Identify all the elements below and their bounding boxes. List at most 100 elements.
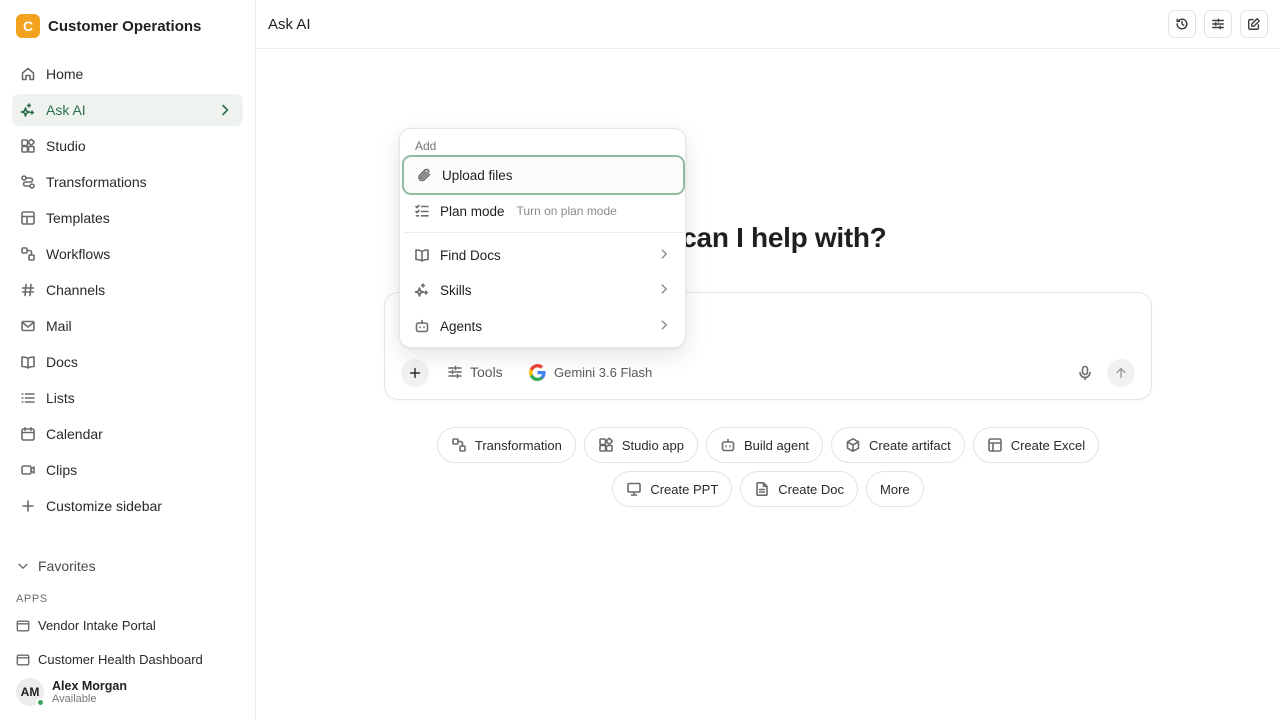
sidebar-item-transformations[interactable]: Transformations bbox=[12, 166, 243, 198]
chevron-down-icon bbox=[16, 559, 30, 573]
chip-label: Create artifact bbox=[869, 437, 951, 453]
model-label: Gemini 3.6 Flash bbox=[554, 365, 653, 380]
edit-icon bbox=[1247, 17, 1261, 31]
avatar-initials: AM bbox=[20, 685, 40, 699]
sidebar-item-customize[interactable]: Customize sidebar bbox=[12, 490, 243, 522]
favorites-label: Favorites bbox=[38, 558, 96, 574]
template-icon bbox=[20, 210, 36, 226]
chevron-right-icon bbox=[657, 318, 671, 332]
bot-icon bbox=[720, 437, 736, 453]
chip-transformation[interactable]: Transformation bbox=[436, 427, 576, 463]
menu-item-agents[interactable]: Agents bbox=[402, 306, 685, 346]
sidebar-item-ask-ai[interactable]: Ask AI bbox=[12, 94, 243, 126]
flow-icon bbox=[20, 174, 36, 190]
document-icon bbox=[754, 481, 770, 497]
add-button[interactable] bbox=[401, 359, 429, 387]
mail-icon bbox=[20, 318, 36, 334]
workflow-icon bbox=[20, 246, 36, 262]
menu-item-description: Turn on plan mode bbox=[516, 204, 617, 218]
chip-more[interactable]: More bbox=[866, 471, 924, 507]
sidebar-item-workflows[interactable]: Workflows bbox=[12, 238, 243, 270]
chip-label: Create Excel bbox=[1010, 437, 1086, 453]
sidebar-item-label: Mail bbox=[46, 318, 72, 334]
menu-item-label: Agents bbox=[440, 318, 483, 334]
menu-item-label: Plan mode bbox=[440, 203, 505, 219]
menu-item-label: Find Docs bbox=[440, 247, 501, 263]
user-profile[interactable]: AM Alex Morgan Available bbox=[16, 678, 127, 707]
tools-button[interactable]: Tools bbox=[447, 364, 503, 380]
menu-item-label: Upload files bbox=[442, 167, 513, 183]
sidebar-item-templates[interactable]: Templates bbox=[12, 202, 243, 234]
chip-create-doc[interactable]: Create Doc bbox=[740, 471, 859, 507]
plus-icon bbox=[408, 366, 422, 380]
app-window-icon bbox=[16, 619, 30, 633]
workspace-switcher[interactable]: C Customer Operations bbox=[16, 14, 201, 38]
sidebar-item-channels[interactable]: Channels bbox=[12, 274, 243, 306]
sidebar-item-studio[interactable]: Studio bbox=[12, 130, 243, 162]
video-icon bbox=[20, 462, 36, 478]
model-selector[interactable]: Gemini 3.6 Flash bbox=[529, 364, 652, 381]
sliders-icon bbox=[447, 364, 463, 380]
history-button[interactable] bbox=[1168, 10, 1196, 38]
menu-divider bbox=[404, 232, 683, 233]
sidebar-item-mail[interactable]: Mail bbox=[12, 310, 243, 342]
checklist-icon bbox=[414, 203, 430, 219]
workspace-logo: C bbox=[16, 14, 40, 38]
microphone-icon bbox=[1077, 365, 1093, 381]
grid-icon bbox=[598, 437, 614, 453]
microphone-button[interactable] bbox=[1077, 365, 1093, 381]
favorites-toggle[interactable]: Favorites bbox=[16, 558, 96, 574]
sidebar-item-label: Calendar bbox=[46, 426, 103, 442]
chip-label: Create Doc bbox=[778, 481, 845, 497]
sparkle-icon bbox=[414, 282, 430, 298]
table-icon bbox=[987, 437, 1003, 453]
suggestion-chips-row-2: Create PPT Create Doc More bbox=[384, 471, 1152, 507]
sidebar-item-label: Ask AI bbox=[46, 102, 86, 118]
chip-label: More bbox=[880, 481, 910, 497]
sidebar-item-home[interactable]: Home bbox=[12, 58, 243, 90]
send-button[interactable] bbox=[1107, 359, 1135, 387]
chip-create-artifact[interactable]: Create artifact bbox=[831, 427, 965, 463]
paperclip-icon bbox=[416, 167, 432, 183]
menu-header: Add bbox=[415, 139, 437, 153]
chip-label: Transformation bbox=[474, 437, 562, 453]
settings-button[interactable] bbox=[1204, 10, 1232, 38]
sparkle-icon bbox=[20, 102, 36, 118]
plus-icon bbox=[20, 498, 36, 514]
menu-item-skills[interactable]: Skills bbox=[402, 270, 685, 310]
book-icon bbox=[20, 354, 36, 370]
app-item-customer-health[interactable]: Customer Health Dashboard bbox=[16, 652, 203, 667]
top-header: Ask AI bbox=[256, 0, 1280, 49]
app-item-label: Vendor Intake Portal bbox=[38, 618, 156, 633]
grid-icon bbox=[20, 138, 36, 154]
chip-build-agent[interactable]: Build agent bbox=[705, 427, 824, 463]
chip-label: Build agent bbox=[743, 437, 810, 453]
new-chat-button[interactable] bbox=[1240, 10, 1268, 38]
chip-create-excel[interactable]: Create Excel bbox=[972, 427, 1100, 463]
chip-create-ppt[interactable]: Create PPT bbox=[612, 471, 733, 507]
avatar: AM bbox=[16, 678, 45, 707]
status-dot bbox=[36, 698, 45, 707]
chip-studio-app[interactable]: Studio app bbox=[583, 427, 698, 463]
sidebar-item-label: Home bbox=[46, 66, 84, 82]
menu-item-plan-mode[interactable]: Plan mode Turn on plan mode bbox=[402, 191, 685, 231]
cube-icon bbox=[845, 437, 861, 453]
add-menu: Add Upload files Plan mode Turn on plan … bbox=[399, 128, 686, 348]
flow-icon bbox=[451, 437, 467, 453]
app-item-vendor-intake[interactable]: Vendor Intake Portal bbox=[16, 618, 156, 633]
chip-label: Studio app bbox=[621, 437, 684, 453]
list-icon bbox=[20, 390, 36, 406]
sidebar-item-clips[interactable]: Clips bbox=[12, 454, 243, 486]
menu-item-upload-files[interactable]: Upload files bbox=[402, 155, 685, 195]
sidebar-item-calendar[interactable]: Calendar bbox=[12, 418, 243, 450]
home-icon bbox=[20, 66, 36, 82]
sidebar-item-docs[interactable]: Docs bbox=[12, 346, 243, 378]
chevron-right-icon bbox=[217, 102, 233, 118]
sidebar-item-label: Studio bbox=[46, 138, 86, 154]
workspace-name: Customer Operations bbox=[48, 17, 202, 35]
menu-item-find-docs[interactable]: Find Docs bbox=[402, 235, 685, 275]
google-logo-icon bbox=[529, 364, 546, 381]
sidebar-item-lists[interactable]: Lists bbox=[12, 382, 243, 414]
history-icon bbox=[1175, 17, 1189, 31]
sliders-icon bbox=[1211, 17, 1225, 31]
